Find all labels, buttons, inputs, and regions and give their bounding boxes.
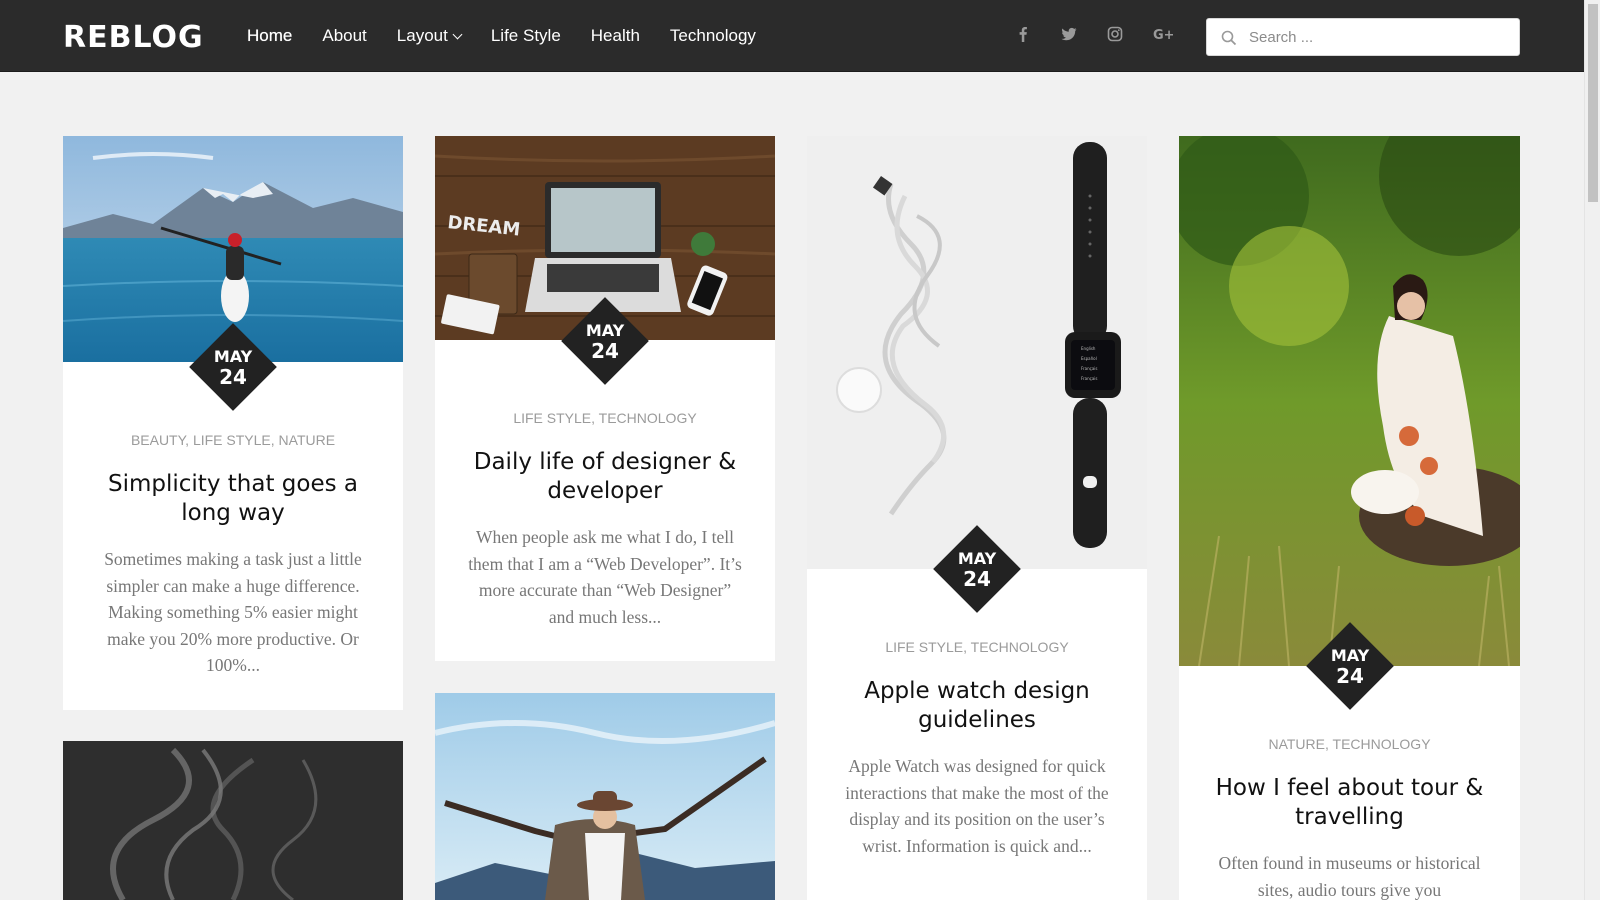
post-excerpt: Apple Watch was designed for quick inter… [845,756,1109,856]
social-links: G+ [1015,26,1199,50]
post-excerpt: When people ask me what I do, I tell the… [468,527,742,627]
category-link[interactable]: NATURE [1268,736,1325,752]
page-scrollbar[interactable] [1584,0,1600,900]
post-categories: BEAUTY, LIFE STYLE, NATURE [130,432,336,448]
post-title[interactable]: Simplicity that goes a long way [93,470,373,528]
nav-item-layout[interactable]: Layout [396,24,463,48]
post-card: DREAM MAY 24 LIFE STYLE, TECHNOLOGY Dail… [435,136,775,661]
category-link[interactable]: TECHNOLOGY [1333,736,1431,752]
nav-item-about[interactable]: About [322,24,366,48]
svg-text:Français: Français [1081,376,1098,381]
post-title[interactable]: How I feel about tour & travelling [1209,774,1490,832]
site-logo[interactable]: REBLOG [63,20,204,56]
date-month: MAY [957,549,997,568]
post-thumbnail-woman-in-field[interactable] [1179,136,1520,666]
category-link[interactable]: TECHNOLOGY [971,639,1069,655]
svg-text:English: English [1081,346,1096,351]
date-month: MAY [213,347,253,366]
nav-item-health[interactable]: Health [591,24,640,48]
post-title[interactable]: Daily life of designer & developer [465,448,745,506]
date-day: 24 [1336,664,1364,688]
search-input[interactable] [1249,19,1509,55]
post-categories: LIFE STYLE, TECHNOLOGY [513,410,697,426]
category-link[interactable]: NATURE [279,432,336,448]
post-card: MAY 24 NATURE, TECHNOLOGY How I feel abo… [1179,136,1520,900]
nav-item-layout-label: Layout [396,26,448,45]
date-badge-text: MAY 24 [188,347,278,387]
date-day: 24 [963,567,991,591]
date-month: MAY [1330,646,1370,665]
post-card: English Español Français Français MAY 24 LI… [807,136,1147,900]
post-excerpt: Often found in museums or historical sit… [1218,853,1481,900]
date-badge-text: MAY 24 [932,549,1022,589]
date-badge-text: MAY 24 [1305,646,1395,686]
facebook-icon[interactable] [1015,26,1061,50]
date-month: MAY [585,321,625,340]
category-link[interactable]: LIFE STYLE [193,432,271,448]
post-title[interactable]: Apple watch design guidelines [837,677,1117,735]
date-day: 24 [219,365,247,389]
post-thumbnail-apple-watch[interactable]: English Español Français Français [807,136,1147,569]
twitter-icon[interactable] [1061,26,1107,50]
post-card: MAY 24 BEAUTY, LIFE STYLE, NATURE Simpli… [63,136,403,710]
post-categories: LIFE STYLE, TECHNOLOGY [885,639,1069,655]
category-link[interactable]: LIFE STYLE [885,639,963,655]
nav-item-life-style[interactable]: Life Style [491,24,561,48]
svg-text:Español: Español [1081,356,1097,361]
chevron-down-icon [452,29,463,40]
category-link[interactable]: LIFE STYLE [513,410,591,426]
category-link[interactable]: TECHNOLOGY [599,410,697,426]
instagram-icon[interactable] [1107,26,1153,50]
svg-text:G+: G+ [1153,28,1173,42]
scrollbar-thumb[interactable] [1588,4,1598,202]
date-badge-text: MAY 24 [560,321,650,361]
site-header: REBLOG Home About Layout Life Style Heal… [0,0,1584,72]
svg-text:Français: Français [1081,366,1098,371]
category-link[interactable]: BEAUTY [131,432,185,448]
post-card [435,693,775,900]
search-icon [1221,30,1237,46]
post-thumbnail-smoke[interactable] [63,741,403,900]
google-plus-icon[interactable]: G+ [1153,26,1199,50]
main-nav: Home About Layout Life Style Health Tech… [247,24,786,48]
nav-item-technology[interactable]: Technology [670,24,756,48]
post-categories: NATURE, TECHNOLOGY [1268,736,1431,752]
nav-item-home[interactable]: Home [247,24,292,48]
post-thumbnail-traveler-hat[interactable] [435,693,775,900]
post-excerpt: Sometimes making a task just a little si… [104,549,362,675]
post-card [63,741,403,900]
search-box [1206,18,1520,56]
date-day: 24 [591,339,619,363]
